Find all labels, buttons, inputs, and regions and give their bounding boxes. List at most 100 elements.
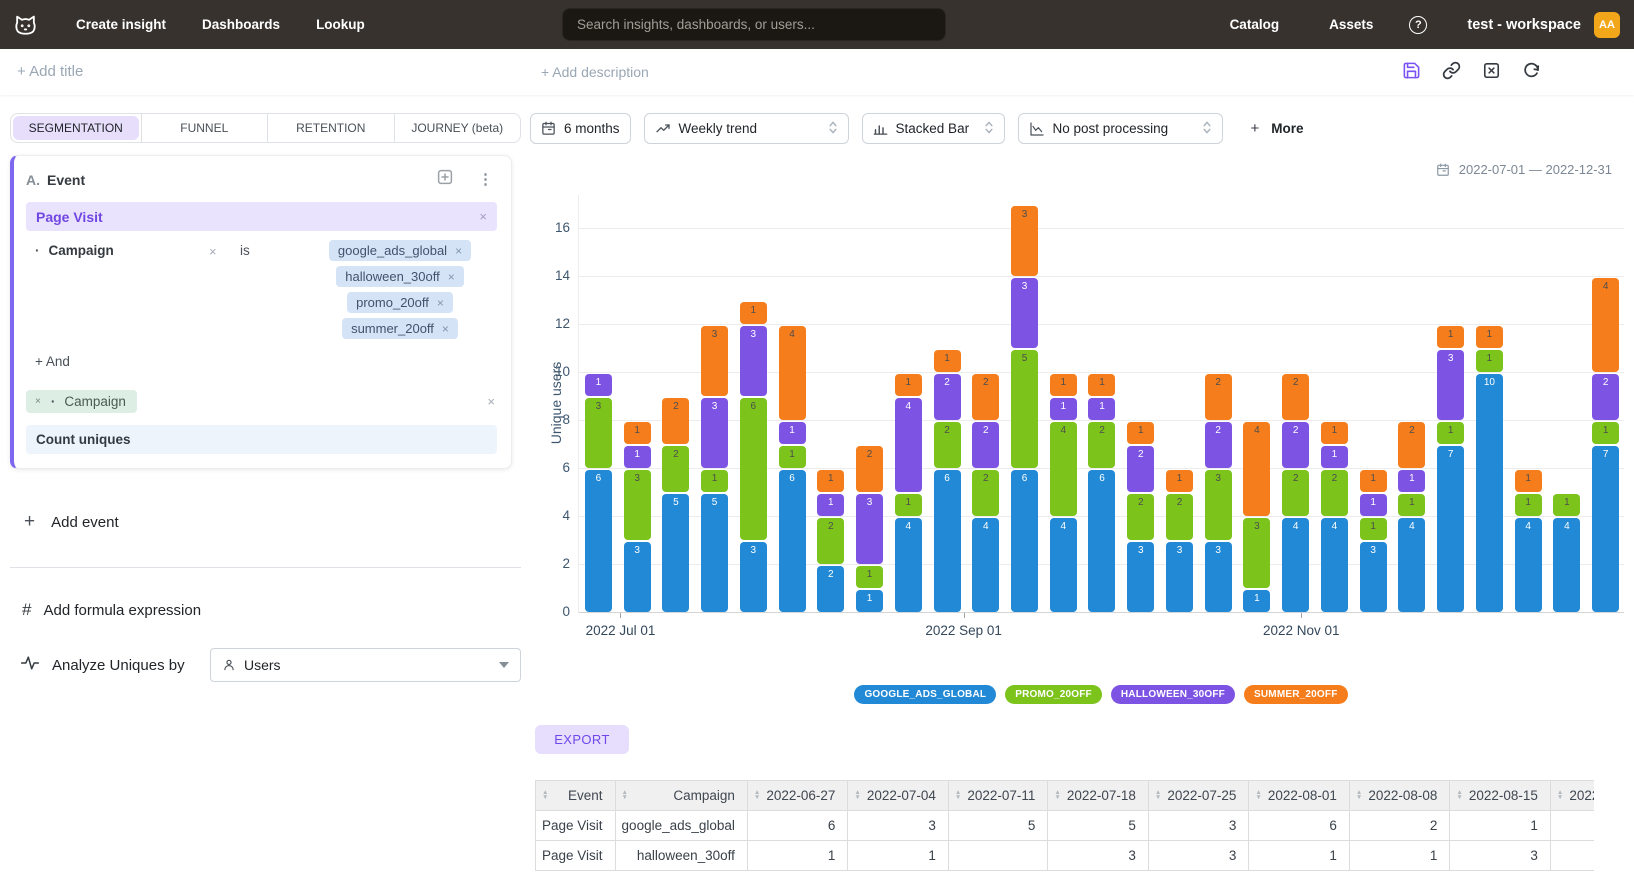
workspace-name[interactable]: test - workspace bbox=[1467, 17, 1581, 33]
save-icon[interactable] bbox=[1402, 61, 1421, 80]
bar-segment[interactable]: 1 bbox=[779, 446, 806, 468]
export-button[interactable]: EXPORT bbox=[535, 725, 629, 754]
bar-segment[interactable]: 3 bbox=[1360, 542, 1387, 612]
bar-segment[interactable]: 3 bbox=[624, 470, 651, 540]
bar-segment[interactable]: 3 bbox=[701, 398, 728, 468]
bar-segment[interactable]: 1 bbox=[1321, 422, 1348, 444]
bar-segment[interactable]: 3 bbox=[1011, 206, 1038, 276]
bar-segment[interactable]: 4 bbox=[1282, 518, 1309, 612]
bar-segment[interactable]: 2 bbox=[662, 446, 689, 492]
bar-segment[interactable]: 1 bbox=[1476, 350, 1503, 372]
chart-type-select[interactable]: Stacked Bar bbox=[862, 113, 1005, 144]
cat-logo-icon[interactable] bbox=[10, 10, 40, 40]
bar-segment[interactable]: 4 bbox=[1243, 422, 1270, 516]
clear-breakdown-icon[interactable]: × bbox=[487, 394, 495, 409]
bar-segment[interactable]: 6 bbox=[934, 470, 961, 612]
bar-segment[interactable]: 3 bbox=[1166, 542, 1193, 612]
remove-value-icon[interactable]: × bbox=[455, 244, 462, 258]
bar-segment[interactable]: 4 bbox=[895, 398, 922, 492]
bar-segment[interactable]: 2 bbox=[1127, 446, 1154, 492]
bar-segment[interactable]: 2 bbox=[972, 422, 999, 468]
bar-segment[interactable]: 7 bbox=[1592, 446, 1619, 612]
bar-segment[interactable]: 1 bbox=[1127, 422, 1154, 444]
bar-segment[interactable]: 2 bbox=[817, 566, 844, 612]
legend-pill[interactable]: HALLOWEEN_30OFF bbox=[1111, 685, 1235, 704]
filter-value-chip[interactable]: halloween_30off× bbox=[336, 266, 463, 287]
bar-segment[interactable]: 1 bbox=[817, 470, 844, 492]
bar-segment[interactable]: 5 bbox=[1011, 350, 1038, 468]
remove-filter-icon[interactable]: × bbox=[209, 244, 217, 259]
bar-segment[interactable]: 2 bbox=[662, 398, 689, 444]
search-input[interactable] bbox=[562, 8, 946, 41]
bar-segment[interactable]: 1 bbox=[856, 566, 883, 588]
bar-segment[interactable]: 1 bbox=[624, 422, 651, 444]
bar-segment[interactable]: 5 bbox=[701, 494, 728, 612]
bar-segment[interactable]: 4 bbox=[1515, 518, 1542, 612]
bar-segment[interactable]: 2 bbox=[1321, 470, 1348, 516]
bar-segment[interactable]: 1 bbox=[1166, 470, 1193, 492]
add-filter-icon[interactable] bbox=[436, 168, 454, 191]
bar-segment[interactable]: 4 bbox=[1592, 278, 1619, 372]
bar-segment[interactable]: 1 bbox=[817, 494, 844, 516]
bar-segment[interactable]: 1 bbox=[1592, 422, 1619, 444]
bar-segment[interactable]: 3 bbox=[1205, 542, 1232, 612]
link-icon[interactable] bbox=[1442, 61, 1461, 80]
filter-value-chip[interactable]: summer_20off× bbox=[342, 318, 458, 339]
nav-item-dashboards[interactable]: Dashboards bbox=[202, 17, 280, 32]
sort-icon[interactable]: ▲▼ bbox=[754, 791, 760, 799]
bar-segment[interactable]: 1 bbox=[1243, 590, 1270, 612]
bar-segment[interactable]: 3 bbox=[1243, 518, 1270, 588]
bar-segment[interactable]: 2 bbox=[817, 518, 844, 564]
bar-segment[interactable]: 1 bbox=[1476, 326, 1503, 348]
nav-item-lookup[interactable]: Lookup bbox=[316, 17, 365, 32]
bar-segment[interactable]: 2 bbox=[1205, 374, 1232, 420]
bar-segment[interactable]: 7 bbox=[1437, 446, 1464, 612]
bar-segment[interactable]: 2 bbox=[1282, 422, 1309, 468]
bar-segment[interactable]: 4 bbox=[1050, 518, 1077, 612]
bar-segment[interactable]: 2 bbox=[1127, 494, 1154, 540]
breakdown-chip[interactable]: × ·Campaign bbox=[26, 390, 137, 413]
bar-segment[interactable]: 1 bbox=[1088, 374, 1115, 396]
event-selector[interactable]: Page Visit × bbox=[26, 202, 497, 231]
bar-segment[interactable]: 4 bbox=[972, 518, 999, 612]
bar-segment[interactable]: 1 bbox=[1437, 326, 1464, 348]
nav-item-create-insight[interactable]: Create insight bbox=[76, 17, 166, 32]
add-formula-button[interactable]: # Add formula expression bbox=[10, 600, 521, 620]
bar-segment[interactable]: 1 bbox=[1321, 446, 1348, 468]
sort-icon[interactable]: ▲▼ bbox=[854, 791, 860, 799]
more-button[interactable]: + More bbox=[1251, 120, 1304, 137]
bar-segment[interactable]: 2 bbox=[1398, 422, 1425, 468]
bar-segment[interactable]: 2 bbox=[1166, 494, 1193, 540]
nav-item-catalog[interactable]: Catalog bbox=[1230, 17, 1280, 32]
bar-segment[interactable]: 1 bbox=[1553, 494, 1580, 516]
bar-segment[interactable]: 1 bbox=[895, 494, 922, 516]
bar-segment[interactable]: 1 bbox=[779, 422, 806, 444]
bar-segment[interactable]: 3 bbox=[856, 494, 883, 564]
sort-icon[interactable]: ▲▼ bbox=[1356, 791, 1362, 799]
date-window-button[interactable]: 6 months bbox=[530, 113, 631, 144]
sort-icon[interactable]: ▲▼ bbox=[1255, 791, 1261, 799]
bar-segment[interactable]: 4 bbox=[895, 518, 922, 612]
bar-segment[interactable]: 1 bbox=[1360, 494, 1387, 516]
bar-segment[interactable]: 5 bbox=[662, 494, 689, 612]
post-processing-select[interactable]: No post processing bbox=[1018, 113, 1223, 144]
tab-journey-beta[interactable]: JOURNEY (beta) bbox=[394, 114, 521, 142]
sort-icon[interactable]: ▲▼ bbox=[1557, 791, 1563, 799]
trend-select[interactable]: Weekly trend bbox=[644, 113, 849, 144]
bar-segment[interactable]: 3 bbox=[624, 542, 651, 612]
bar-segment[interactable]: 6 bbox=[740, 398, 767, 540]
aggregation-selector[interactable]: Count uniques bbox=[26, 425, 497, 454]
bar-segment[interactable]: 1 bbox=[701, 470, 728, 492]
help-icon[interactable]: ? bbox=[1409, 16, 1427, 34]
sort-icon[interactable]: ▲▼ bbox=[542, 791, 548, 799]
bar-segment[interactable]: 1 bbox=[1515, 494, 1542, 516]
bar-segment[interactable]: 1 bbox=[856, 590, 883, 612]
bar-segment[interactable]: 1 bbox=[1437, 422, 1464, 444]
bar-segment[interactable]: 2 bbox=[1592, 374, 1619, 420]
bar-segment[interactable]: 1 bbox=[934, 350, 961, 372]
add-event-button[interactable]: + Add event bbox=[10, 511, 521, 533]
remove-value-icon[interactable]: × bbox=[442, 322, 449, 336]
bar-segment[interactable]: 1 bbox=[1360, 518, 1387, 540]
remove-value-icon[interactable]: × bbox=[448, 270, 455, 284]
analyze-by-select[interactable]: Users bbox=[210, 648, 521, 682]
